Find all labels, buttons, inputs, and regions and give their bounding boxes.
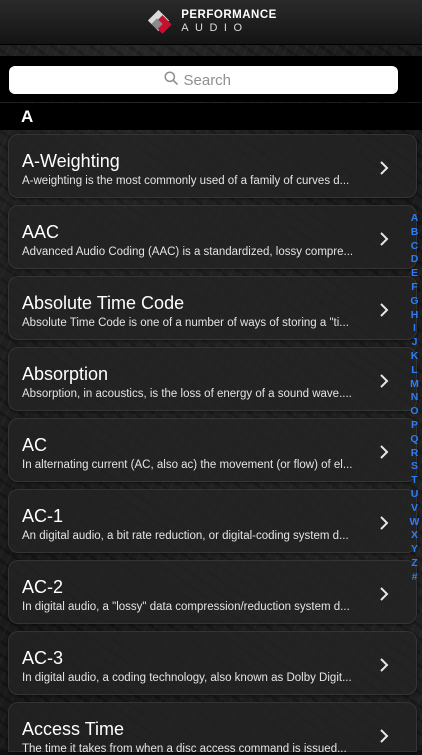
index-letter[interactable]: F [411, 281, 417, 295]
term-row-a-weighting[interactable]: A-Weighting A-weighting is the most comm… [8, 134, 417, 198]
term-row-ac[interactable]: AC In alternating current (AC, also ac) … [8, 418, 417, 482]
index-letter[interactable]: G [410, 295, 418, 309]
term-description: The time it takes from when a disc acces… [22, 743, 347, 755]
index-letter[interactable]: D [411, 253, 419, 267]
index-letter[interactable]: S [411, 460, 418, 474]
term-description: Absolute Time Code is one of a number of… [22, 317, 349, 329]
term-row-ac-1[interactable]: AC-1 An digital audio, a bit rate reduct… [8, 489, 417, 553]
chevron-right-icon [380, 374, 389, 388]
search-input[interactable] [183, 71, 244, 89]
term-description: A-weighting is the most commonly used of… [22, 175, 350, 187]
term-title: Absorption [22, 364, 109, 384]
index-letter[interactable]: H [411, 309, 419, 323]
search-field[interactable] [9, 66, 398, 94]
index-letter[interactable]: R [411, 447, 419, 461]
index-letter[interactable]: # [412, 571, 418, 585]
index-letter[interactable]: P [411, 419, 418, 433]
chevron-right-icon [380, 587, 389, 601]
term-row-ac-2[interactable]: AC-2 In digital audio, a "lossy" data co… [8, 560, 417, 624]
index-letter[interactable]: B [411, 226, 419, 240]
index-letter[interactable]: T [411, 474, 417, 488]
index-letter[interactable]: U [411, 488, 419, 502]
chevron-right-icon [380, 658, 389, 672]
logo-line-2: AUDIO [181, 22, 249, 35]
term-title: AAC [22, 222, 60, 242]
index-letter[interactable]: L [411, 364, 417, 378]
index-letter[interactable]: A [411, 212, 419, 226]
index-letter[interactable]: J [412, 336, 418, 350]
term-row-absolute-time-code[interactable]: Absolute Time Code Absolute Time Code is… [8, 276, 417, 340]
logo-text: PERFORMANCE AUDIO [181, 8, 277, 35]
search-bar [0, 56, 422, 102]
index-letter[interactable]: N [411, 391, 419, 405]
index-letter[interactable]: O [410, 405, 418, 419]
term-description: In digital audio, a "lossy" data compres… [22, 601, 350, 613]
logo-line-1: PERFORMANCE [181, 8, 277, 21]
term-description: Absorption, in acoustics, is the loss of… [22, 388, 352, 400]
chevron-right-icon [380, 303, 389, 317]
term-row-absorption[interactable]: Absorption Absorption, in acoustics, is … [8, 347, 417, 411]
term-title: Access Time [22, 719, 125, 739]
term-title: Absolute Time Code [22, 293, 185, 313]
term-title: AC-1 [22, 506, 64, 526]
search-icon [163, 70, 178, 90]
section-header: A [0, 103, 422, 130]
index-letter[interactable]: W [410, 516, 420, 530]
term-title: A-Weighting [22, 151, 120, 171]
section-letter: A [21, 106, 34, 126]
term-row-aac[interactable]: AAC Advanced Audio Coding (AAC) is a sta… [8, 205, 417, 269]
section-index[interactable]: A B C D E F G H I J K L M N O P Q R S T … [407, 212, 422, 585]
term-description: In alternating current (AC, also ac) the… [22, 459, 353, 471]
term-title: AC-3 [22, 648, 64, 668]
index-letter[interactable]: C [411, 240, 419, 254]
index-letter[interactable]: K [411, 350, 419, 364]
term-title: AC-2 [22, 577, 64, 597]
term-row-access-time[interactable]: Access Time The time it takes from when … [8, 702, 417, 755]
index-letter[interactable]: Q [410, 433, 418, 447]
index-letter[interactable]: X [411, 529, 418, 543]
index-letter[interactable]: E [411, 267, 418, 281]
chevron-right-icon [380, 729, 389, 743]
index-letter[interactable]: Z [411, 557, 417, 571]
term-title: AC [22, 435, 48, 455]
brand-logo: PERFORMANCE AUDIO [145, 7, 277, 37]
index-letter[interactable]: Y [411, 543, 418, 557]
chevron-right-icon [380, 516, 389, 530]
term-row-ac-3[interactable]: AC-3 In digital audio, a coding technolo… [8, 631, 417, 695]
app-header: PERFORMANCE AUDIO [0, 0, 422, 45]
term-description: Advanced Audio Coding (AAC) is a standar… [22, 246, 354, 258]
chevron-right-icon [380, 232, 389, 246]
index-letter[interactable]: V [411, 502, 418, 516]
term-description: An digital audio, a bit rate reduction, … [22, 530, 349, 542]
index-letter[interactable]: M [410, 378, 419, 392]
chevron-right-icon [380, 161, 389, 175]
chevron-right-icon [380, 445, 389, 459]
term-description: In digital audio, a coding technology, a… [22, 672, 352, 684]
index-letter[interactable]: I [413, 322, 416, 336]
logo-mark-icon [145, 7, 175, 37]
